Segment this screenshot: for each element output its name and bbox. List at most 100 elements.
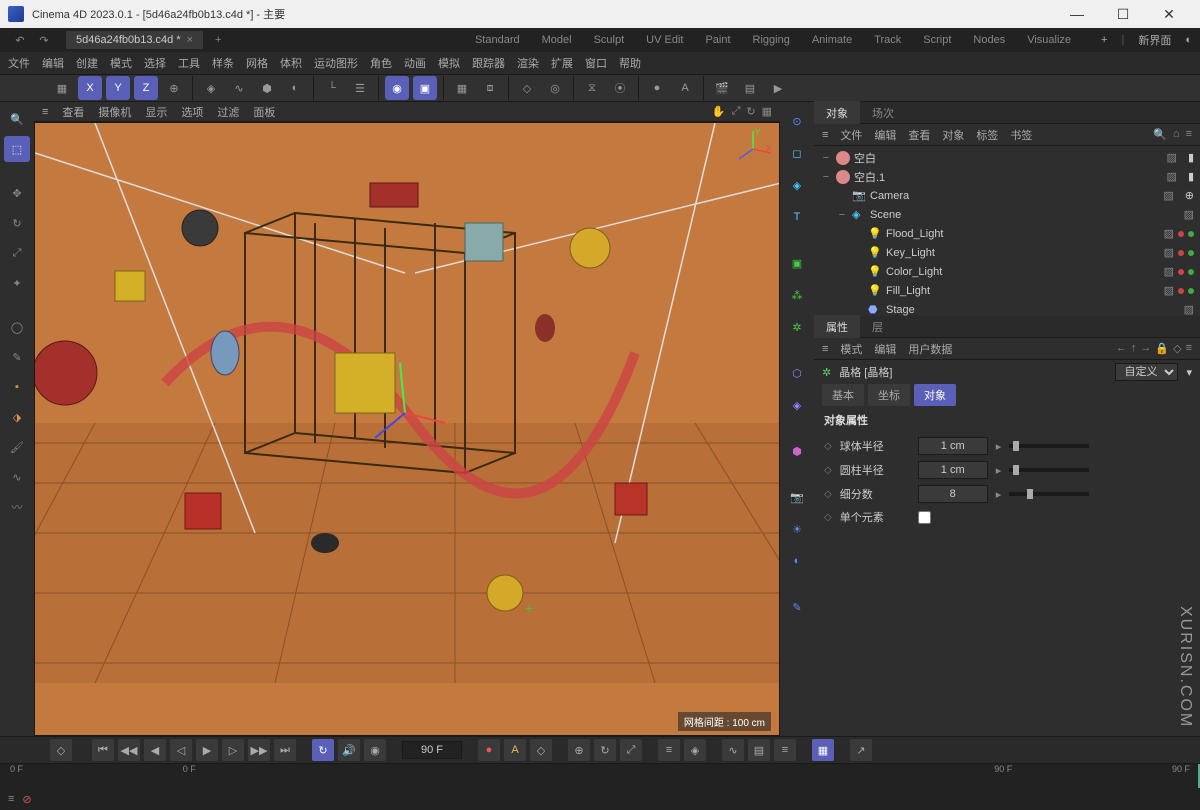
menu-animate[interactable]: 动画: [404, 55, 426, 71]
menu-create[interactable]: 创建: [76, 55, 98, 71]
edit-icon[interactable]: ✎: [784, 594, 810, 620]
curve-tool-icon[interactable]: 〰: [4, 494, 30, 520]
layout-standard[interactable]: Standard: [475, 34, 520, 46]
objects-menu-tags[interactable]: 标签: [976, 127, 998, 143]
motion-icon[interactable]: ≡: [774, 739, 796, 761]
menu-tracker[interactable]: 跟踪器: [472, 55, 505, 71]
tag-icon[interactable]: ⬢: [784, 438, 810, 464]
cloner-icon[interactable]: ⁂: [784, 282, 810, 308]
play-forward-icon[interactable]: ▶: [196, 739, 218, 761]
loop-icon[interactable]: ↻: [312, 739, 334, 761]
attr-pin-icon[interactable]: ◇: [1173, 342, 1181, 355]
attributes-mode-select[interactable]: 自定义: [1115, 363, 1178, 381]
menu-extensions[interactable]: 扩展: [551, 55, 573, 71]
subdivisions-slider[interactable]: [1009, 492, 1089, 496]
statusbar-alert-icon[interactable]: ⊘: [22, 793, 31, 806]
keyframe-diamond-icon[interactable]: ◇: [50, 739, 72, 761]
viewport-pan-icon[interactable]: ✋: [712, 105, 726, 118]
tab-layers[interactable]: 层: [860, 315, 895, 339]
snap-icon[interactable]: ⧈: [478, 76, 502, 100]
fcurve-icon[interactable]: ∿: [722, 739, 744, 761]
window-maximize[interactable]: ☐: [1100, 0, 1146, 28]
menu-mode[interactable]: 模式: [110, 55, 132, 71]
scale-tool-icon[interactable]: ⤢: [4, 240, 30, 266]
menu-render[interactable]: 渲染: [517, 55, 539, 71]
spline-tool-icon[interactable]: ∿: [4, 464, 30, 490]
attr-nav-back-icon[interactable]: ←: [1116, 342, 1127, 355]
keyframe-sel-icon[interactable]: ◇: [530, 739, 552, 761]
paint-tool-icon[interactable]: 🖌: [4, 434, 30, 460]
tool-a-icon[interactable]: ◉: [385, 76, 409, 100]
pos-key-icon[interactable]: ⊕: [568, 739, 590, 761]
rotate-tool-icon[interactable]: ↻: [4, 210, 30, 236]
statusbar-menu-icon[interactable]: ≡: [8, 793, 14, 805]
autokey-icon[interactable]: ●: [645, 76, 669, 100]
objects-menu-edit[interactable]: 编辑: [874, 127, 896, 143]
new-ui-toggle[interactable]: 新界面: [1138, 32, 1171, 48]
viewport-menu-filter[interactable]: 过滤: [217, 104, 239, 120]
redo-button[interactable]: ↷: [32, 30, 56, 50]
objects-menu-object[interactable]: 对象: [942, 127, 964, 143]
attr-nav-fwd-icon[interactable]: ↑: [1131, 342, 1137, 355]
viewport-menu-panel[interactable]: 面板: [253, 104, 275, 120]
current-frame-field[interactable]: [402, 741, 462, 759]
grid-icon[interactable]: ▦: [450, 76, 474, 100]
menu-window[interactable]: 窗口: [585, 55, 607, 71]
undo-button[interactable]: ↶: [8, 30, 32, 50]
layout-nodes[interactable]: Nodes: [973, 34, 1005, 46]
field-icon[interactable]: ▣: [784, 250, 810, 276]
prev-frame-icon[interactable]: ◀: [144, 739, 166, 761]
document-tab[interactable]: 5d46a24fb0b13.c4d * ×: [66, 31, 203, 49]
layout-rigging[interactable]: Rigging: [753, 34, 790, 46]
timeline-ruler[interactable]: 0 F 0 F 90 F 90 F: [0, 763, 1200, 788]
goto-start-icon[interactable]: ⏮: [92, 739, 114, 761]
attr-menu-edit[interactable]: 编辑: [874, 341, 896, 357]
point-mode-icon[interactable]: ▪: [4, 374, 30, 400]
primitive-cube-icon[interactable]: ◈: [784, 172, 810, 198]
attr-menu-userdata[interactable]: 用户数据: [908, 341, 952, 357]
generator-obj-icon[interactable]: ◈: [784, 392, 810, 418]
goto-end-icon[interactable]: ⏭: [274, 739, 296, 761]
objects-menu-bookmarks[interactable]: 书签: [1010, 127, 1032, 143]
tab-objects[interactable]: 对象: [814, 101, 860, 125]
viewport-menu-camera[interactable]: 摄像机: [98, 104, 131, 120]
objects-home-icon[interactable]: ⌂: [1173, 128, 1180, 141]
menu-mesh[interactable]: 网格: [246, 55, 268, 71]
prev-key-icon[interactable]: ◀◀: [118, 739, 140, 761]
lasso-tool-icon[interactable]: ◯: [4, 314, 30, 340]
select-tool-icon[interactable]: ⬚: [4, 136, 30, 162]
sound-icon[interactable]: 🔊: [338, 739, 360, 761]
next-frame-icon[interactable]: ▷: [222, 739, 244, 761]
param-key-icon[interactable]: ≡: [658, 739, 680, 761]
menu-help[interactable]: 帮助: [619, 55, 641, 71]
pla-key-icon[interactable]: ◈: [684, 739, 706, 761]
search-tool-icon[interactable]: 🔍: [4, 106, 30, 132]
symmetry-icon[interactable]: ⧖: [580, 76, 604, 100]
viewport-layout-icon[interactable]: ▦: [762, 105, 772, 118]
objects-menu-toggle[interactable]: ≡: [822, 129, 828, 141]
layout-script[interactable]: Script: [923, 34, 951, 46]
layout-uvedit[interactable]: UV Edit: [646, 34, 683, 46]
playback-mode-icon[interactable]: ◉: [364, 739, 386, 761]
new-document-button[interactable]: +: [209, 34, 227, 46]
layout-sculpt[interactable]: Sculpt: [594, 34, 625, 46]
viewport-menu-view[interactable]: 查看: [62, 104, 84, 120]
deformer-obj-icon[interactable]: ⬡: [784, 360, 810, 386]
transform-tool-icon[interactable]: ✦: [4, 270, 30, 296]
rot-key-icon[interactable]: ↻: [594, 739, 616, 761]
menu-select[interactable]: 选择: [144, 55, 166, 71]
window-close[interactable]: ✕: [1146, 0, 1192, 28]
coord-system-icon[interactable]: ⊕: [162, 76, 186, 100]
parent-icon[interactable]: └: [320, 76, 344, 100]
attr-tab-object[interactable]: 对象: [914, 384, 956, 406]
subdivisions-field[interactable]: [918, 485, 988, 503]
record-icon[interactable]: ●: [478, 739, 500, 761]
object-manager-tree[interactable]: −空白▨ ▮ −空白.1▨ ▮ 📷Camera▨ ⊕ −◈Scene▨ 💡Flo…: [814, 146, 1200, 316]
move-tool-icon[interactable]: ✥: [4, 180, 30, 206]
light-icon[interactable]: ☀: [784, 516, 810, 542]
menu-volume[interactable]: 体积: [280, 55, 302, 71]
add-layout[interactable]: +: [1101, 34, 1107, 46]
layout-track[interactable]: Track: [874, 34, 901, 46]
target-icon[interactable]: ◎: [543, 76, 567, 100]
axis-z-button[interactable]: Z: [134, 76, 158, 100]
